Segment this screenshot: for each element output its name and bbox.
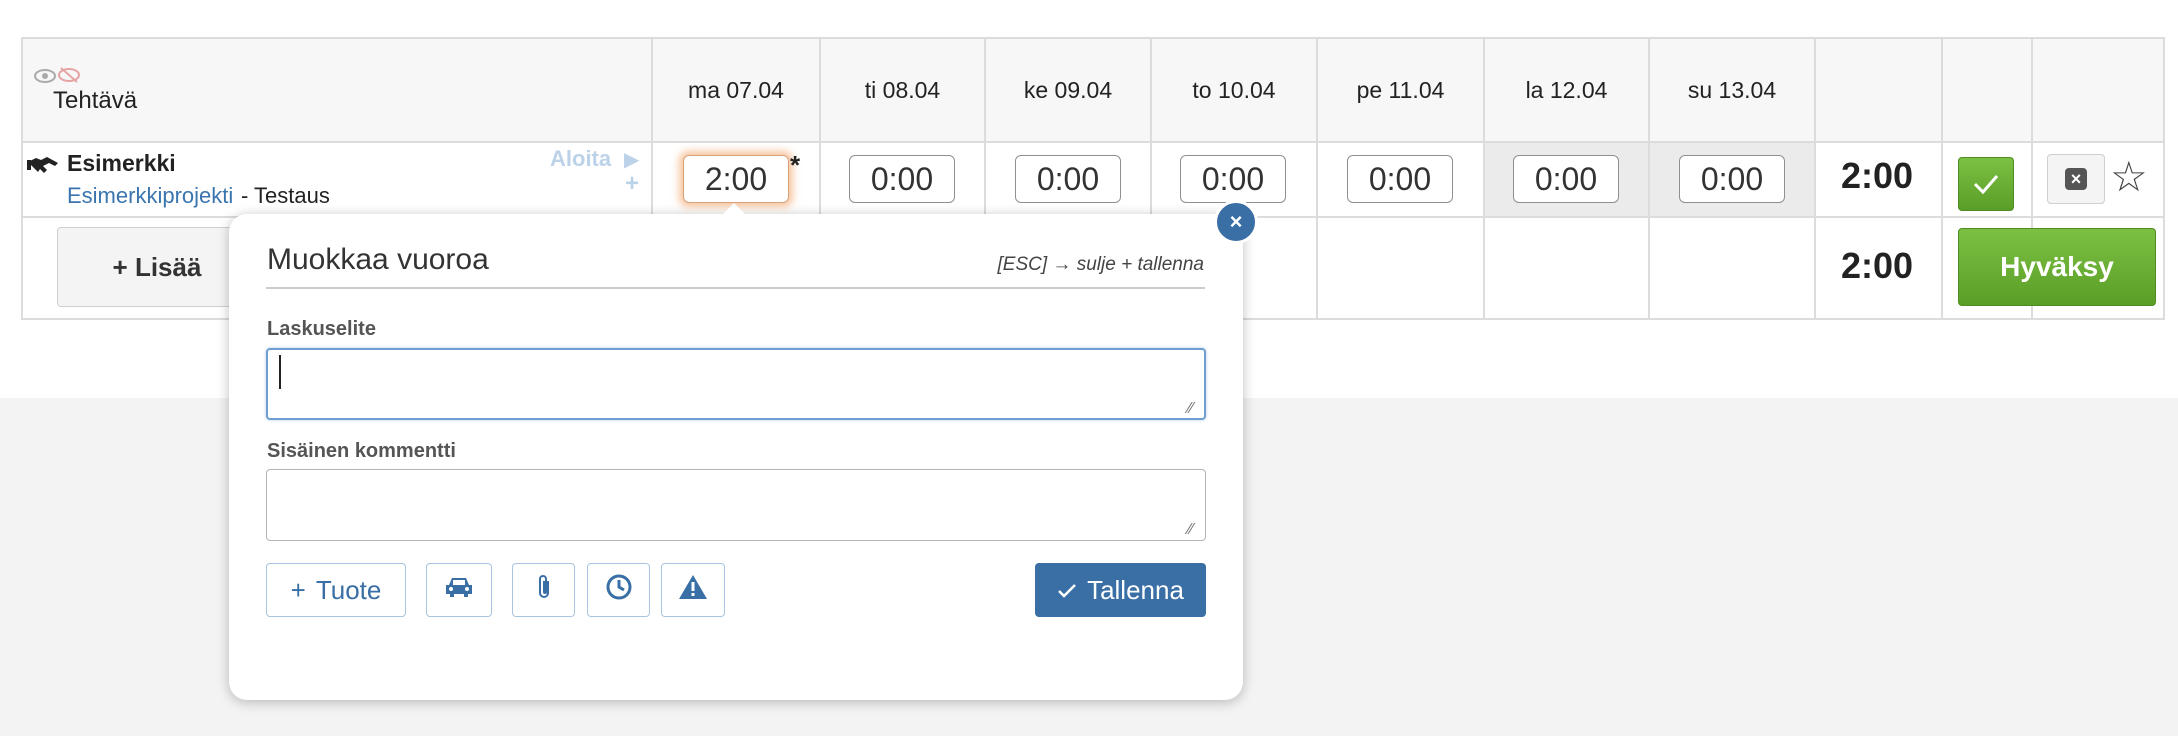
add-entry-button[interactable]: + <box>625 170 639 198</box>
table-border-header <box>21 141 2165 143</box>
day-header: to 10.04 <box>1192 77 1276 103</box>
time-input-fri[interactable]: 0:00 <box>1347 155 1453 203</box>
day-header: la 12.04 <box>1525 77 1608 103</box>
add-product-label: Tuote <box>315 574 382 605</box>
task-subtask: - Testaus <box>241 183 330 208</box>
close-box-icon: × <box>2065 168 2087 190</box>
handshake-icon <box>27 154 59 185</box>
attachment-button[interactable] <box>512 563 575 617</box>
plus-icon: + <box>290 574 306 605</box>
paperclip-icon <box>535 573 553 608</box>
check-icon <box>1972 166 2000 203</box>
task-column-header: Tehtävä <box>53 87 138 114</box>
table-border-top <box>21 37 2165 39</box>
check-icon <box>1057 575 1077 606</box>
save-button[interactable]: Tallenna <box>1035 563 1206 617</box>
time-input-sat[interactable]: 0:00 <box>1513 155 1619 203</box>
day-header: ke 09.04 <box>1023 77 1113 103</box>
eye-off-icon[interactable] <box>58 66 80 89</box>
delete-row-button[interactable]: × <box>2047 154 2105 204</box>
add-row-button[interactable]: + Lisää <box>57 227 257 307</box>
save-label: Tallenna <box>1087 574 1184 605</box>
col-divider <box>1814 37 1816 320</box>
time-input-mon[interactable]: 2:00 <box>683 155 789 203</box>
approve-button[interactable]: Hyväksy <box>1958 228 2156 306</box>
time-input-tue[interactable]: 0:00 <box>849 155 955 203</box>
time-input-sun[interactable]: 0:00 <box>1679 155 1785 203</box>
star-icon[interactable]: ☆ <box>2110 152 2148 201</box>
time-input-wed[interactable]: 0:00 <box>1015 155 1121 203</box>
popup-close-button[interactable]: × <box>1214 200 1258 244</box>
row-total: 2:00 <box>1840 155 1914 196</box>
invoice-description-field[interactable] <box>266 348 1206 420</box>
col-divider <box>1941 37 1943 320</box>
start-timer-button[interactable]: Aloita <box>550 146 611 172</box>
modified-marker: * <box>790 150 801 180</box>
car-icon <box>444 575 474 606</box>
popup-arrow <box>722 203 746 215</box>
time-button[interactable] <box>587 563 650 617</box>
mileage-button[interactable] <box>426 563 492 617</box>
invoice-description-label: Laskuselite <box>267 318 376 340</box>
warning-button[interactable] <box>661 563 725 617</box>
warning-icon <box>678 574 708 607</box>
internal-comment-field[interactable] <box>266 469 1206 541</box>
day-header: ma 07.04 <box>688 77 784 103</box>
project-link[interactable]: Esimerkkiprojekti <box>67 183 233 209</box>
approve-row-button[interactable] <box>1958 157 2014 211</box>
resize-handle[interactable]: ⁄⁄ <box>1188 400 1193 418</box>
time-input-thu[interactable]: 0:00 <box>1180 155 1286 203</box>
table-border-right <box>2163 37 2165 320</box>
add-product-button[interactable]: + Tuote <box>266 563 406 617</box>
day-header: su 13.04 <box>1687 77 1777 103</box>
clock-icon <box>605 573 633 608</box>
internal-comment-label: Sisäinen kommentti <box>267 440 456 462</box>
popup-title: Muokkaa vuoroa <box>267 243 489 276</box>
day-header: ti 08.04 <box>864 77 941 103</box>
popup-divider <box>266 287 1205 289</box>
text-caret <box>279 355 281 389</box>
resize-handle[interactable]: ⁄⁄ <box>1188 521 1193 539</box>
footer-total: 2:00 <box>1840 245 1914 286</box>
eye-icon[interactable] <box>34 68 56 89</box>
play-icon[interactable]: ▶ <box>624 147 639 172</box>
popup-hint: [ESC] → sulje + tallenna <box>997 254 1204 275</box>
table-border-left <box>21 37 23 320</box>
day-header: pe 11.04 <box>1356 77 1445 103</box>
task-name: Esimerkki <box>67 150 176 176</box>
